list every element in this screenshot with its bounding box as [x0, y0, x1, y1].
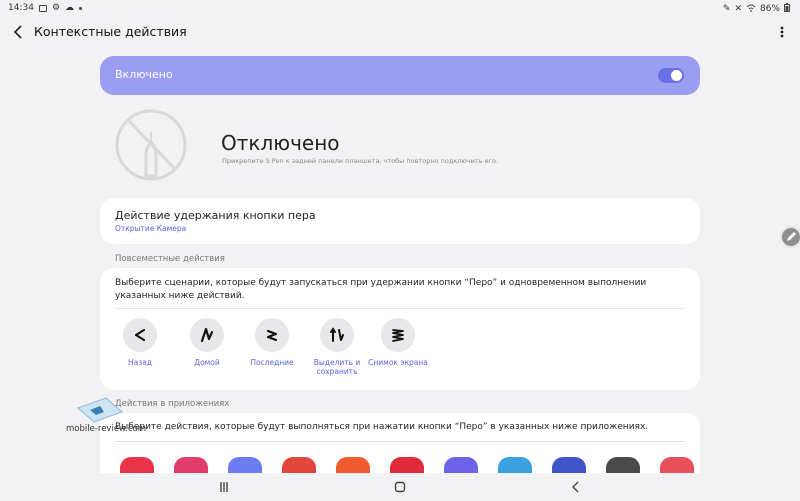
pen-status-description: Прикрепите S Pen к задней панели планшет…	[222, 157, 499, 165]
video-app-icon[interactable]	[444, 457, 478, 473]
music-app-icon[interactable]	[390, 457, 424, 473]
navigation-bar	[0, 473, 800, 501]
spen-disconnected-icon	[114, 108, 188, 182]
toggle-knob	[671, 70, 682, 81]
status-bar: 14:34 ⚙ ☁ ✎ ✕ 86%	[0, 0, 800, 16]
mute-icon: ✕	[734, 4, 742, 14]
gesture-back-icon	[123, 318, 157, 352]
pen-status-icon: ✎	[722, 4, 731, 14]
home-icon	[394, 481, 406, 493]
hold-action-card[interactable]: Действие удержания кнопки пера Открытие …	[100, 198, 700, 244]
slides-app-icon[interactable]	[336, 457, 370, 473]
gesture-recents-button[interactable]: Последние	[237, 318, 307, 367]
gesture-label: Домой	[194, 358, 220, 367]
gesture-select-icon	[320, 318, 354, 352]
recents-nav-button[interactable]	[216, 479, 232, 495]
more-options-button[interactable]	[778, 23, 786, 41]
divider	[115, 308, 685, 309]
camera-app-icon[interactable]	[120, 457, 154, 473]
gesture-label: Выделить и сохранить	[313, 358, 361, 376]
back-button[interactable]	[10, 23, 28, 41]
reader-app-icon[interactable]	[660, 457, 694, 473]
app-header: Контекстные действия	[0, 18, 800, 46]
gallery-app-icon[interactable]	[174, 457, 208, 473]
pen-connection-status: Отключено	[221, 131, 340, 155]
voice-recorder-app-icon[interactable]	[282, 457, 316, 473]
gesture-screenshot-icon	[381, 318, 415, 352]
back-nav-button[interactable]	[568, 479, 584, 495]
master-switch-label: Включено	[115, 68, 173, 81]
browser-app-icon[interactable]	[228, 457, 262, 473]
back-arrow-icon	[13, 25, 22, 39]
gallery-notification-icon	[38, 4, 47, 12]
status-time: 14:34	[8, 3, 34, 13]
hold-action-title: Действие удержания кнопки пера	[115, 209, 316, 222]
master-switch-bar[interactable]: Включено	[100, 56, 700, 95]
gesture-label: Последние	[250, 358, 294, 367]
app-icons-row	[120, 457, 694, 473]
cloud-notification-icon: ☁	[65, 3, 75, 13]
gesture-back-button[interactable]: Назад	[105, 318, 175, 367]
battery-icon	[784, 3, 790, 15]
app-actions-card: Выберите действия, которые будут выполня…	[100, 413, 700, 473]
calendar-app-icon[interactable]	[552, 457, 586, 473]
more-vert-icon	[780, 26, 784, 38]
anywhere-actions-card: Выберите сценарии, которые будут запуска…	[100, 268, 700, 390]
pdf-app-icon[interactable]	[606, 457, 640, 473]
back-nav-icon	[572, 481, 579, 493]
gesture-home-icon	[190, 318, 224, 352]
gesture-label: Назад	[127, 358, 152, 367]
app-actions-description: Выберите действия, которые будут выполня…	[115, 422, 649, 432]
gesture-select-button[interactable]: Выделить и сохранить	[302, 318, 372, 376]
gesture-home-button[interactable]: Домой	[172, 318, 242, 367]
anywhere-actions-description: Выберите сценарии, которые будут запуска…	[115, 278, 647, 301]
page-title: Контекстные действия	[34, 24, 187, 39]
home-nav-button[interactable]	[392, 479, 408, 495]
recents-icon	[220, 482, 228, 492]
gesture-label: Снимок экрана	[368, 358, 428, 367]
floating-pen-button[interactable]	[780, 226, 800, 248]
master-toggle[interactable]	[658, 68, 684, 83]
more-notifications-icon	[79, 6, 83, 10]
gesture-recents-icon	[255, 318, 289, 352]
gesture-screenshot-button[interactable]: Снимок экрана	[363, 318, 433, 367]
anywhere-actions-section-label: Повсеместные действия	[115, 254, 225, 264]
wifi-icon	[746, 4, 756, 15]
battery-level: 86%	[759, 4, 780, 14]
watermark-text: mobile-review.com	[66, 424, 147, 434]
hold-action-value: Открытие Камера	[115, 224, 187, 233]
settings-notification-icon: ⚙	[51, 3, 61, 13]
notes-app-icon[interactable]	[498, 457, 532, 473]
divider	[115, 441, 685, 442]
pen-icon	[787, 232, 796, 241]
